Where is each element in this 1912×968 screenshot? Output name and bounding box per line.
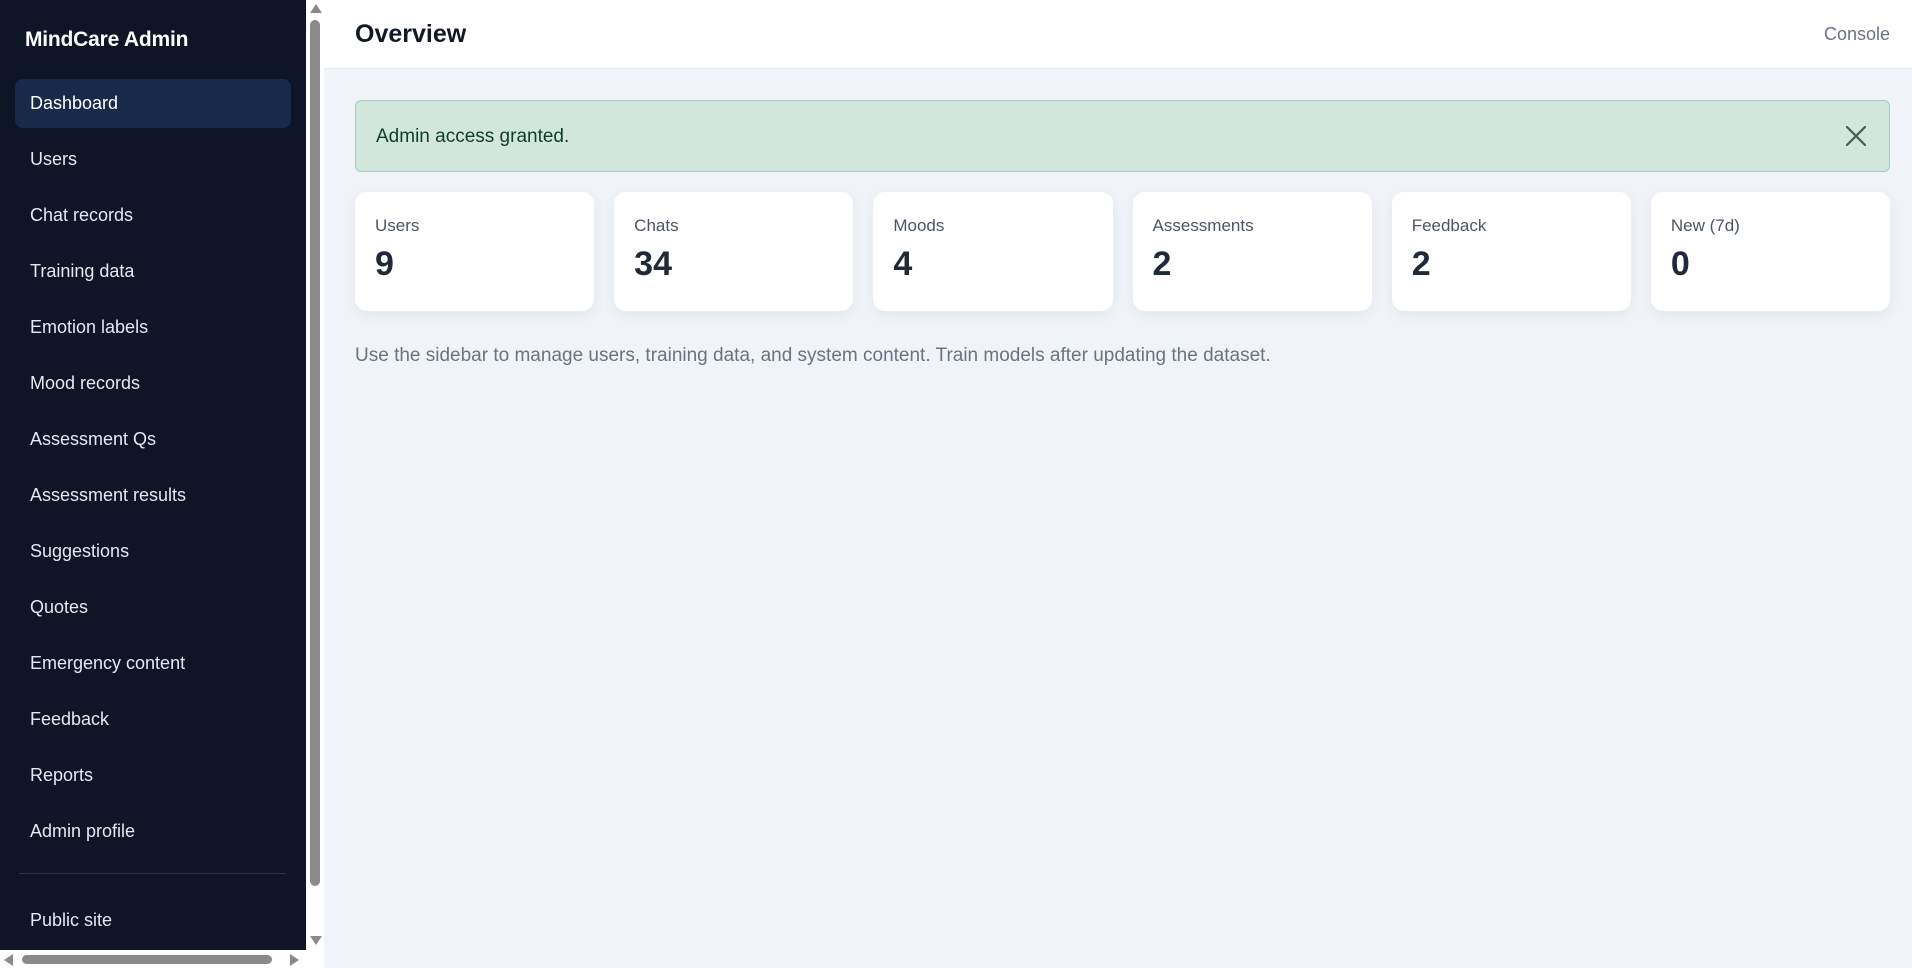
sidebar-item-suggestions[interactable]: Suggestions [15,527,291,576]
scroll-left-arrow-icon[interactable] [4,954,13,966]
sidebar-horizontal-scrollbar[interactable] [0,950,306,968]
sidebar-item-chat-records[interactable]: Chat records [15,191,291,240]
sidebar-item-assessment-results[interactable]: Assessment results [15,471,291,520]
sidebar-item-training-data[interactable]: Training data [15,247,291,296]
stats-row: Users 9 Chats 34 Moods 4 Assessments 2 F… [355,192,1891,311]
success-alert: Admin access granted. [355,100,1890,172]
sidebar-divider [19,873,286,874]
sidebar-item-emergency-content[interactable]: Emergency content [15,639,291,688]
alert-message: Admin access granted. [376,126,570,147]
sidebar-item-mood-records[interactable]: Mood records [15,359,291,408]
stat-value: 0 [1670,245,1690,283]
stat-value: 2 [1411,245,1431,283]
page-title: Overview [355,20,467,48]
sidebar-nav: Dashboard Users Chat records Training da… [15,79,291,863]
stat-value: 9 [375,245,394,283]
stat-card-feedback: Feedback 2 [1391,192,1631,311]
sidebar-item-admin-profile[interactable]: Admin profile [15,807,291,856]
stat-card-moods: Moods 4 [873,192,1113,311]
help-text: Use the sidebar to manage users, trainin… [355,345,1271,366]
brand-title: MindCare Admin [25,28,189,51]
sidebar-item-assessment-qs[interactable]: Assessment Qs [15,415,291,464]
stat-card-chats: Chats 34 [614,192,854,311]
stat-card-new-7d: New (7d) 0 [1650,192,1891,311]
vertical-scroll-thumb[interactable] [310,20,320,886]
sidebar: MindCare Admin Dashboard Users Chat reco… [0,0,306,968]
stat-value: 2 [1152,245,1172,283]
stat-label: Users [375,216,420,235]
scrollbar-corner [306,950,324,968]
scroll-up-arrow-icon[interactable] [310,4,322,13]
stat-label: Feedback [1411,216,1487,235]
scroll-right-arrow-icon[interactable] [290,954,299,966]
stat-label: Moods [893,216,945,235]
public-site-link[interactable]: Public site [30,910,112,931]
sidebar-item-emotion-labels[interactable]: Emotion labels [15,303,291,352]
top-bar: Overview Console [324,0,1912,69]
horizontal-scroll-thumb[interactable] [22,955,272,964]
sidebar-item-dashboard[interactable]: Dashboard [15,79,291,128]
sidebar-item-quotes[interactable]: Quotes [15,583,291,632]
stat-label: New (7d) [1670,216,1740,235]
stat-value: 4 [893,245,913,283]
stat-card-users: Users 9 [355,192,595,311]
sidebar-vertical-scrollbar[interactable] [306,0,324,950]
sidebar-item-feedback[interactable]: Feedback [15,695,291,744]
sidebar-item-users[interactable]: Users [15,135,291,184]
stat-label: Chats [634,216,679,235]
stat-label: Assessments [1152,216,1254,235]
sidebar-item-reports[interactable]: Reports [15,751,291,800]
scroll-down-arrow-icon[interactable] [310,936,322,945]
stat-value: 34 [634,245,672,283]
close-icon[interactable] [1843,123,1869,149]
stat-card-assessments: Assessments 2 [1132,192,1372,311]
console-label: Console [1823,24,1890,44]
